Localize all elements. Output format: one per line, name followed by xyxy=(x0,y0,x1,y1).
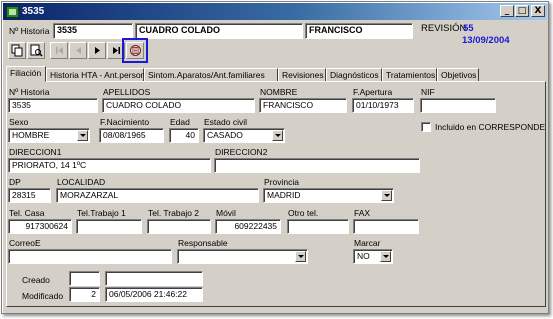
fax-label: FAX xyxy=(354,208,371,218)
revision-number: 55 xyxy=(463,23,474,34)
minimize-button[interactable]: _ xyxy=(500,5,514,17)
modificado-date-field: 06/05/2006 21:46:22 xyxy=(105,287,203,302)
tel-casa-label: Tel. Casa xyxy=(9,208,45,218)
nif-field[interactable] xyxy=(420,98,496,113)
movil-label: Móvil xyxy=(216,208,236,218)
tab-historia-hta[interactable]: Historia HTA - Ant.personales xyxy=(46,68,161,82)
estado-civil-select[interactable]: CASADO xyxy=(203,128,285,143)
tel-trabajo2-label: Tel. Trabajo 2 xyxy=(148,208,200,218)
first-record-icon xyxy=(55,47,63,54)
modificado-count-field: 2 xyxy=(69,287,100,302)
patient-record-window: 3535 _ □ X Nº Historia 3535 CUADRO COLAD… xyxy=(1,1,549,314)
estado-civil-label: Estado civil xyxy=(204,117,247,127)
marcar-label: Marcar xyxy=(354,238,381,248)
estado-civil-value: CASADO xyxy=(207,130,243,140)
header-nhistoria-field[interactable]: 3535 xyxy=(53,23,133,39)
tab-revisiones[interactable]: Revisiones xyxy=(278,68,326,82)
print-preview-icon xyxy=(30,44,43,57)
direccion2-field[interactable] xyxy=(214,158,420,173)
chevron-down-icon[interactable] xyxy=(380,251,391,262)
fax-field[interactable] xyxy=(353,219,419,234)
next-record-button[interactable] xyxy=(88,42,106,59)
nombre-field[interactable]: FRANCISCO xyxy=(259,98,347,113)
maximize-button[interactable]: □ xyxy=(515,5,529,17)
print-preview-button[interactable] xyxy=(27,42,45,59)
chevron-down-icon[interactable] xyxy=(295,251,306,262)
creado-count-field xyxy=(69,271,100,286)
localidad-field[interactable]: MORAZARZAL xyxy=(56,188,259,203)
creado-label: Creado xyxy=(22,275,50,285)
apellidos-label: APELLIDOS xyxy=(103,87,151,97)
fnacimiento-label: F.Nacimiento xyxy=(100,117,150,127)
fapertura-label: F.Apertura xyxy=(353,87,393,97)
tab-sintomas[interactable]: Sintom.Aparatos/Ant.familiares xyxy=(144,68,278,82)
edad-field[interactable]: 40 xyxy=(169,128,199,143)
otro-tel-field[interactable] xyxy=(287,219,349,234)
first-record-button[interactable] xyxy=(50,42,68,59)
title-bar[interactable]: 3535 _ □ X xyxy=(3,3,547,20)
provincia-select[interactable]: MADRID xyxy=(263,188,394,203)
marcar-select[interactable]: NO xyxy=(353,249,393,264)
previous-record-button[interactable] xyxy=(69,42,87,59)
creado-date-field xyxy=(105,271,203,286)
refresh-button-highlight xyxy=(122,38,148,63)
close-button[interactable]: X xyxy=(531,5,545,17)
nhistoria-field[interactable]: 3535 xyxy=(8,98,98,113)
tel-trabajo1-label: Tel.Trabajo 1 xyxy=(77,208,126,218)
chevron-down-icon[interactable] xyxy=(272,130,283,141)
apellidos-field[interactable]: CUADRO COLADO xyxy=(102,98,255,113)
direccion2-label: DIRECCION2 xyxy=(215,147,268,157)
tel-trabajo2-field[interactable] xyxy=(147,219,211,234)
direccion1-label: DIRECCION1 xyxy=(9,147,62,157)
provincia-label: Provincia xyxy=(264,177,299,187)
copy-record-icon xyxy=(11,44,22,57)
fnacimiento-field[interactable]: 08/08/1965 xyxy=(99,128,164,143)
edad-label: Edad xyxy=(170,117,190,127)
copy-button[interactable] xyxy=(8,42,26,59)
revision-label: REVISIÓN xyxy=(421,23,467,34)
window-title: 3535 xyxy=(22,6,45,17)
app-icon xyxy=(6,5,19,18)
revision-date: 13/09/2004 xyxy=(462,35,510,46)
corresponde-label: Incluido en CORRESPONDE xyxy=(435,122,546,132)
modificado-label: Modificado xyxy=(22,291,64,301)
movil-field[interactable]: 609222435 xyxy=(215,219,281,234)
header-apellidos-field[interactable]: CUADRO COLADO xyxy=(135,23,303,39)
sexo-label: Sexo xyxy=(9,117,29,127)
previous-record-icon xyxy=(75,47,81,54)
nif-label: NIF xyxy=(421,87,435,97)
tab-objetivos[interactable]: Objetivos xyxy=(437,68,479,82)
provincia-value: MADRID xyxy=(267,190,301,200)
otro-tel-label: Otro tel. xyxy=(288,208,319,218)
responsable-select[interactable] xyxy=(177,249,308,264)
correo-field[interactable] xyxy=(8,249,172,264)
tel-trabajo1-field[interactable] xyxy=(76,219,142,234)
localidad-label: LOCALIDAD xyxy=(57,177,106,187)
tel-casa-field[interactable]: 917300624 xyxy=(8,219,72,234)
marcar-value: NO xyxy=(357,251,370,261)
dp-label: DP xyxy=(9,177,21,187)
sexo-select[interactable]: HOMBRE xyxy=(8,128,90,143)
last-record-icon xyxy=(112,47,120,54)
header-nhistoria-label: Nº Historia xyxy=(9,26,50,36)
correo-label: CorreoE xyxy=(9,238,41,248)
tab-filiacion[interactable]: Filiación xyxy=(6,66,46,82)
chevron-down-icon[interactable] xyxy=(381,190,392,201)
next-record-icon xyxy=(94,47,100,54)
tab-diagnosticos[interactable]: Diagnósticos xyxy=(326,68,382,82)
responsable-label: Responsable xyxy=(178,238,228,248)
corresponde-checkbox[interactable] xyxy=(421,122,431,132)
tab-tratamientos[interactable]: Tratamientos xyxy=(382,68,437,82)
sexo-value: HOMBRE xyxy=(12,130,50,140)
chevron-down-icon[interactable] xyxy=(77,130,88,141)
header-nombre-field[interactable]: FRANCISCO xyxy=(305,23,413,39)
direccion1-field[interactable]: PRIORATO, 14 1ºC xyxy=(8,158,211,173)
fapertura-field[interactable]: 01/10/1973 xyxy=(352,98,414,113)
nombre-label: NOMBRE xyxy=(260,87,298,97)
dp-field[interactable]: 28315 xyxy=(8,188,51,203)
nhistoria-label: Nº Historia xyxy=(9,87,50,97)
